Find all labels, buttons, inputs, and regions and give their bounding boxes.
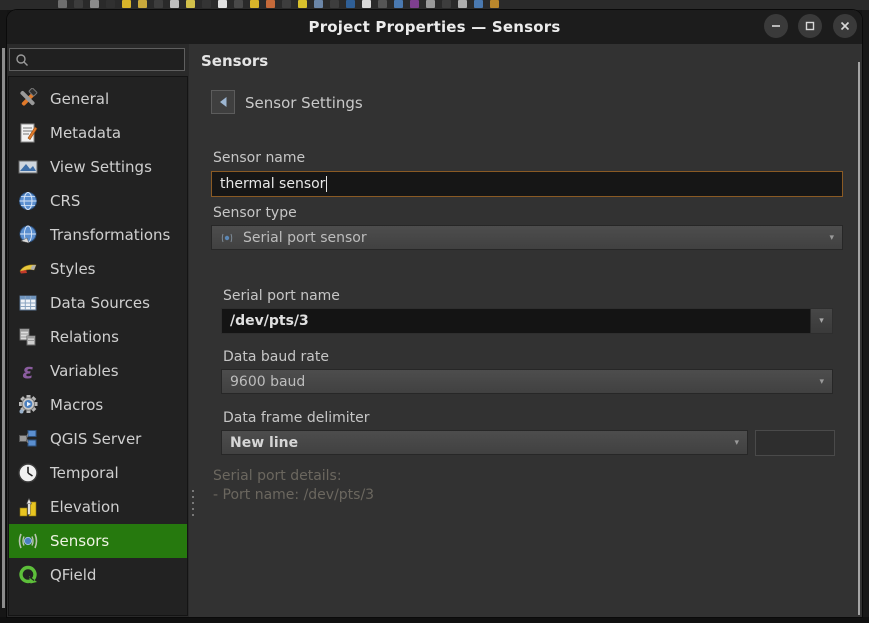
general-tools-icon [15,87,41,111]
search-icon [15,53,29,67]
sidebar-item-temporal[interactable]: Temporal [9,456,187,490]
sidebar-item-view-settings[interactable]: View Settings [9,150,187,184]
view-settings-image-icon [15,155,41,179]
back-button[interactable] [211,90,235,114]
delimiter-label: Data frame delimiter [223,410,370,426]
maximize-icon [804,20,816,32]
data-sources-table-icon [15,291,41,315]
styles-paintbrush-icon [15,257,41,281]
delimiter-combobox[interactable]: New line ▾ [221,430,748,455]
sidebar-item-label: QField [50,566,96,584]
sensor-type-combobox[interactable]: Serial port sensor ▾ [211,225,843,250]
serial-port-details: Serial port details: - Port name: /dev/p… [213,467,374,505]
sidebar-item-general[interactable]: General [9,82,187,116]
sidebar-item-label: View Settings [50,158,152,176]
serial-port-dropdown-button[interactable]: ▾ [810,309,832,333]
main-panel: Sensors Sensor Settings Sensor name ther… [189,44,862,617]
details-line-1: Serial port details: [213,467,374,486]
maximize-button[interactable] [798,14,822,38]
sidebar-item-label: Temporal [50,464,119,482]
back-arrow-icon [218,96,228,108]
vertical-scrollbar[interactable] [858,62,860,615]
sidebar-item-relations[interactable]: Relations [9,320,187,354]
baud-rate-value: 9600 baud [230,374,305,390]
sidebar-item-macros[interactable]: Macros [9,388,187,422]
background-bottom-edge [0,617,869,623]
sidebar-item-label: Metadata [50,124,121,142]
sensor-type-value: Serial port sensor [243,230,367,246]
close-button[interactable] [833,14,857,38]
sidebar-item-label: Transformations [50,226,170,244]
sidebar-item-sensors[interactable]: Sensors [9,524,187,558]
relations-tables-icon [15,325,41,349]
page-title: Sensors [201,52,268,70]
sidebar-item-label: QGIS Server [50,430,141,448]
sensor-name-value: thermal sensor [220,176,325,192]
sensor-name-label: Sensor name [213,150,305,166]
background-right-edge [862,10,869,623]
qfield-logo-icon [15,563,41,587]
chevron-down-icon: ▾ [829,233,834,243]
baud-rate-combobox[interactable]: 9600 baud ▾ [221,369,833,394]
background-left-scrollbar [2,48,5,608]
sidebar-list: General Metadata [8,76,188,616]
sidebar-item-label: Data Sources [50,294,150,312]
sidebar-item-data-sources[interactable]: Data Sources [9,286,187,320]
sidebar-item-transformations[interactable]: Transformations [9,218,187,252]
sidebar: General Metadata [7,44,189,617]
chevron-down-icon: ▾ [734,438,739,448]
serial-port-name-combobox[interactable]: /dev/pts/3 ▾ [221,308,833,334]
sidebar-search-input[interactable] [9,48,185,71]
dialog-titlebar[interactable]: Project Properties — Sensors [7,10,862,44]
crs-globe-icon [15,189,41,213]
transformations-globe-icon [15,223,41,247]
sidebar-item-styles[interactable]: Styles [9,252,187,286]
elevation-arrow-icon [15,495,41,519]
details-line-2: - Port name: /dev/pts/3 [213,486,374,505]
sidebar-item-label: Elevation [50,498,120,516]
custom-delimiter-input[interactable] [755,430,835,456]
serial-sensor-mini-icon [220,232,234,244]
variables-epsilon-icon: ε [15,359,41,383]
sidebar-item-label: Styles [50,260,96,278]
sensor-type-label: Sensor type [213,205,297,221]
project-properties-dialog: Project Properties — Sensors [7,10,862,617]
sidebar-item-label: Sensors [50,532,109,550]
dialog-title: Project Properties — Sensors [7,10,862,44]
metadata-document-icon [15,121,41,145]
minimize-icon [770,20,782,32]
sidebar-item-elevation[interactable]: Elevation [9,490,187,524]
settings-title: Sensor Settings [245,94,363,112]
macros-gear-icon [15,393,41,417]
sidebar-item-qfield[interactable]: QField [9,558,187,592]
text-caret [326,176,327,192]
background-toolbar [0,0,869,10]
sidebar-item-label: Macros [50,396,103,414]
sidebar-item-label: Relations [50,328,119,346]
sensor-name-input[interactable]: thermal sensor [211,171,843,197]
sidebar-item-label: Variables [50,362,119,380]
temporal-clock-icon [15,461,41,485]
serial-port-name-label: Serial port name [223,288,340,304]
sidebar-item-variables[interactable]: ε Variables [9,354,187,388]
serial-port-name-value: /dev/pts/3 [230,313,309,329]
close-icon [839,20,851,32]
sensors-signal-icon [15,529,41,553]
delimiter-value: New line [230,435,298,451]
sidebar-item-label: CRS [50,192,80,210]
chevron-down-icon: ▾ [819,316,824,326]
sidebar-item-qgis-server[interactable]: QGIS Server [9,422,187,456]
screen: Project Properties — Sensors [0,0,869,623]
chevron-down-icon: ▾ [819,377,824,387]
baud-rate-label: Data baud rate [223,349,329,365]
minimize-button[interactable] [764,14,788,38]
sidebar-item-metadata[interactable]: Metadata [9,116,187,150]
sidebar-item-label: General [50,90,109,108]
qgis-server-network-icon [15,427,41,451]
sidebar-item-crs[interactable]: CRS [9,184,187,218]
